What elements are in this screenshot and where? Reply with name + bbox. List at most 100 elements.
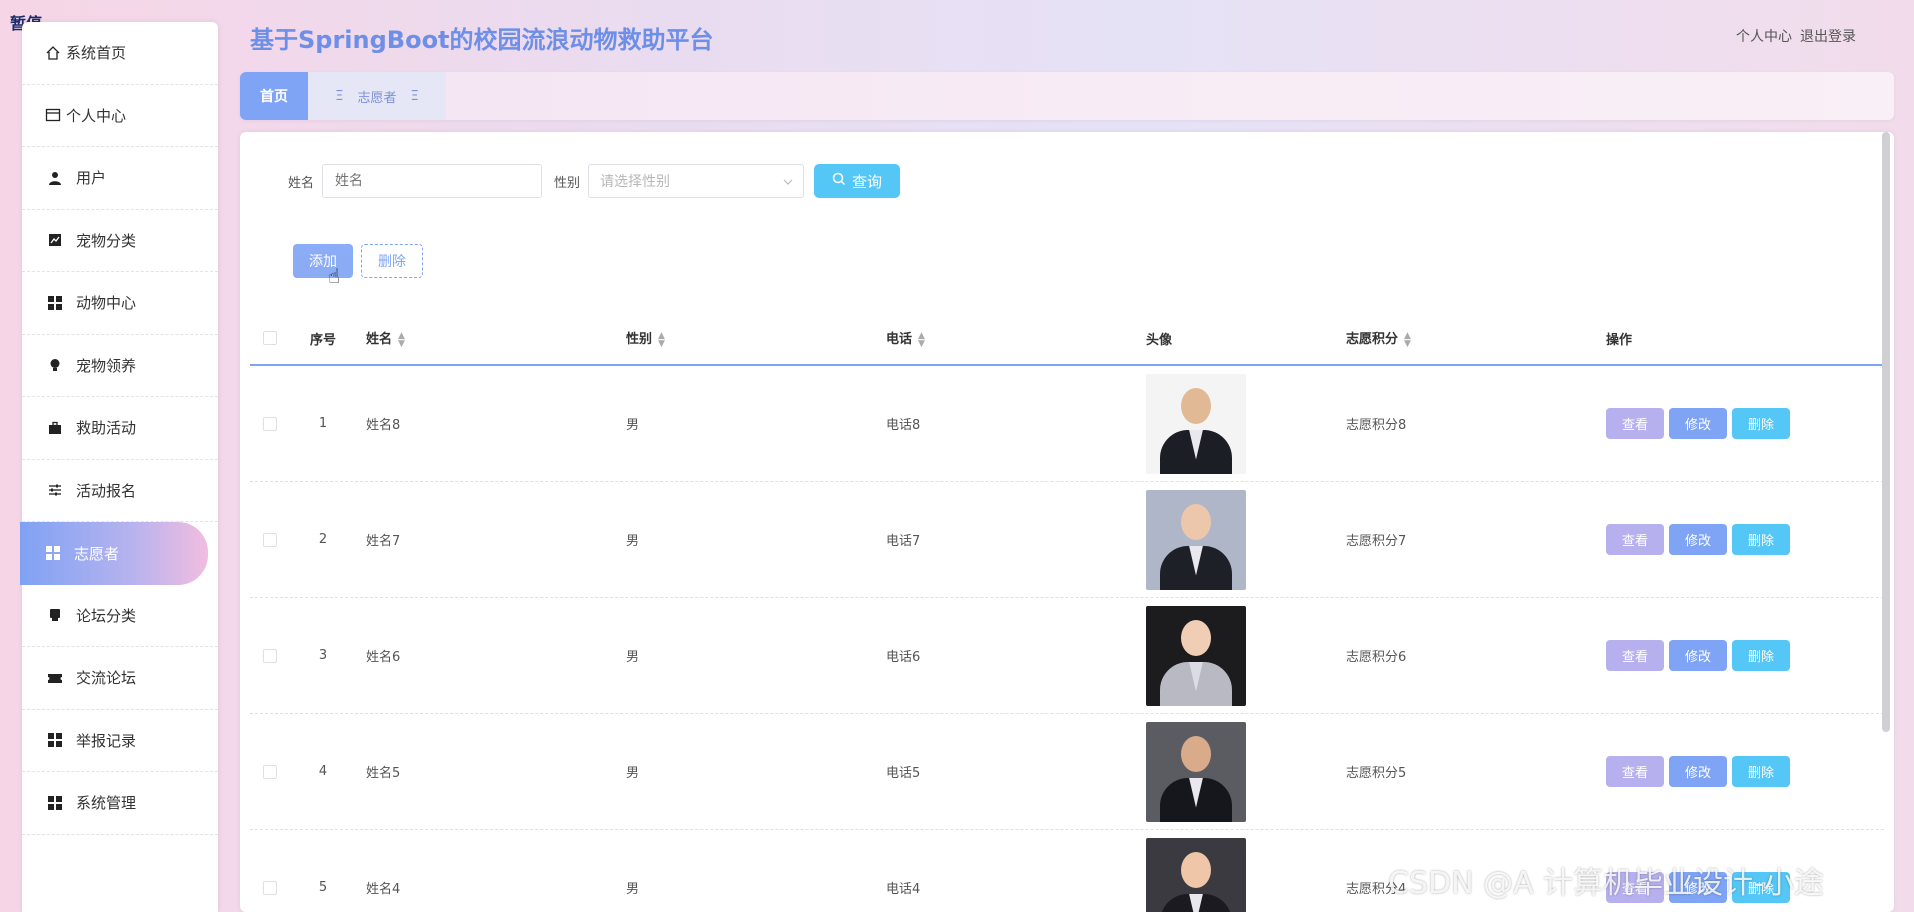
col-points[interactable]: 志愿积分 ▲ ▼ [1336,328,1596,348]
gender-placeholder: 请选择性别 [600,174,671,190]
row-phone: 电话5 [886,766,921,781]
row-no: 4 [318,764,328,779]
row-checkbox[interactable] [263,880,277,895]
select-all-checkbox[interactable] [263,331,277,345]
query-button-label: 查询 [852,172,883,191]
col-avatar: 头像 [1146,332,1173,348]
col-no: 序号 [309,332,336,348]
row-phone: 电话7 [886,534,921,549]
col-phone[interactable]: 电话 ▲ ▼ [876,328,1136,348]
edit-button[interactable]: 修改 [1669,408,1727,439]
main-panel: 姓名 性别 请选择性别 查询 添加 删除 ☝ 序号 姓名▲▼ 性别▲▼ 电话▲▼… [240,132,1894,912]
row-gender: 男 [626,650,640,665]
edit-button[interactable]: 修改 [1669,524,1727,555]
sidebar-item-label: 个人中心 [66,106,127,125]
row-no: 2 [318,532,328,547]
sidebar-item-animal-center[interactable]: 动物中心 [22,272,218,335]
add-button[interactable]: 添加 [293,244,353,278]
tab-volunteer[interactable]: Ξ 志愿者 Ξ [308,72,446,120]
profile-link[interactable]: 个人中心 [1736,26,1792,46]
gender-label: 性别 [554,175,581,191]
row-points: 志愿积分7 [1346,534,1407,549]
edit-button[interactable]: 修改 [1669,640,1727,671]
sidebar-item-label: 系统管理 [76,794,137,813]
row-name: 姓名7 [366,534,401,549]
sort-icon: ▲ ▼ [1404,330,1411,349]
tab-label: 志愿者 [357,90,397,106]
sidebar-item-home[interactable]: 系统首页 [22,22,218,85]
delete-selected-button[interactable]: 删除 [361,244,423,278]
sidebar-item-forum-category[interactable]: 论坛分类 [22,585,218,647]
vertical-scrollbar[interactable] [1882,132,1890,732]
sidebar-item-label: 救助活动 [76,419,137,438]
row-no: 1 [318,416,328,431]
delete-button[interactable]: 删除 [1732,524,1790,555]
delete-button[interactable]: 删除 [1732,640,1790,671]
menu-icon: Ξ [410,88,419,104]
avatar [1146,605,1246,706]
home-icon [44,44,62,62]
sidebar-item-report-records[interactable]: 举报记录 [22,710,218,772]
name-label: 姓名 [288,175,315,191]
row-points: 志愿积分6 [1346,650,1407,665]
name-search-input[interactable] [322,164,543,198]
row-checkbox[interactable] [263,416,277,431]
sidebar-item-users[interactable]: 用户 [22,147,218,210]
sidebar-item-label: 动物中心 [76,294,137,313]
sidebar-item-rescue-activity[interactable]: 救助活动 [22,397,218,460]
sidebar-item-label: 系统首页 [66,44,127,63]
briefcase-icon [46,419,64,437]
window-icon [44,106,62,124]
avatar [1146,373,1246,474]
grid-icon [46,731,64,749]
menu-icon: Ξ [335,88,344,104]
row-points: 志愿积分5 [1346,766,1407,781]
sidebar-item-label: 宠物领养 [76,356,137,375]
sidebar-item-pet-category[interactable]: 宠物分类 [22,210,218,272]
row-checkbox[interactable] [263,648,277,663]
row-checkbox[interactable] [263,532,277,547]
avatar [1146,837,1246,912]
sidebar-item-label: 活动报名 [76,481,137,500]
table-row: 1 姓名8 男 电话8 志愿积分8 查看 修改 删除 [250,366,1884,482]
col-gender[interactable]: 性别 ▲ ▼ [616,328,876,348]
view-button[interactable]: 查看 [1606,756,1664,787]
sort-icon: ▲ ▼ [398,330,405,349]
sidebar-item-adoption[interactable]: 宠物领养 [22,335,218,397]
sidebar-item-label: 论坛分类 [76,606,137,625]
edit-button[interactable]: 修改 [1669,756,1727,787]
sidebar-item-system-management[interactable]: 系统管理 [22,772,218,835]
sidebar-item-forum[interactable]: 交流论坛 [22,647,218,710]
row-checkbox[interactable] [263,764,277,779]
watermark: CSDN @A 计算机毕业设计-小途 [1388,866,1824,901]
chart-icon [46,231,64,249]
sidebar-item-profile[interactable]: 个人中心 [22,85,218,147]
view-button[interactable]: 查看 [1606,640,1664,671]
col-name[interactable]: 姓名 ▲ ▼ [356,328,616,348]
sidebar-item-activity-signup[interactable]: 活动报名 [22,460,218,522]
row-gender: 男 [626,534,640,549]
user-icon [46,169,64,187]
table-row: 4 姓名5 男 电话5 志愿积分5 查看 修改 删除 [250,714,1884,830]
bulb-icon [46,356,64,374]
avatar [1146,489,1246,590]
delete-button[interactable]: 删除 [1732,756,1790,787]
row-gender: 男 [626,882,640,897]
gender-select[interactable]: 请选择性别 [588,164,805,198]
sidebar-item-label: 宠物分类 [76,231,137,250]
delete-button[interactable]: 删除 [1732,408,1790,439]
row-no: 5 [318,880,328,895]
app-title: 基于SpringBoot的校园流浪动物救助平台 [250,26,714,54]
tab-home[interactable]: 首页 [240,72,308,120]
tab-bar: 首页 Ξ 志愿者 Ξ [240,72,1894,120]
sidebar: 系统首页 个人中心 用户 宠物分类 动物中心 宠物领养 救助活动 活动报名 志愿… [20,22,218,912]
view-button[interactable]: 查看 [1606,524,1664,555]
search-form: 姓名 性别 请选择性别 查询 [288,164,901,198]
query-button[interactable]: 查询 [814,164,901,198]
sidebar-item-volunteer[interactable]: 志愿者 [20,522,208,585]
logout-link[interactable]: 退出登录 [1800,26,1856,46]
header-links: 个人中心 退出登录 [1736,26,1856,46]
grid-icon [46,294,64,312]
view-button[interactable]: 查看 [1606,408,1664,439]
hand-cursor-icon: ☝ [328,264,341,288]
